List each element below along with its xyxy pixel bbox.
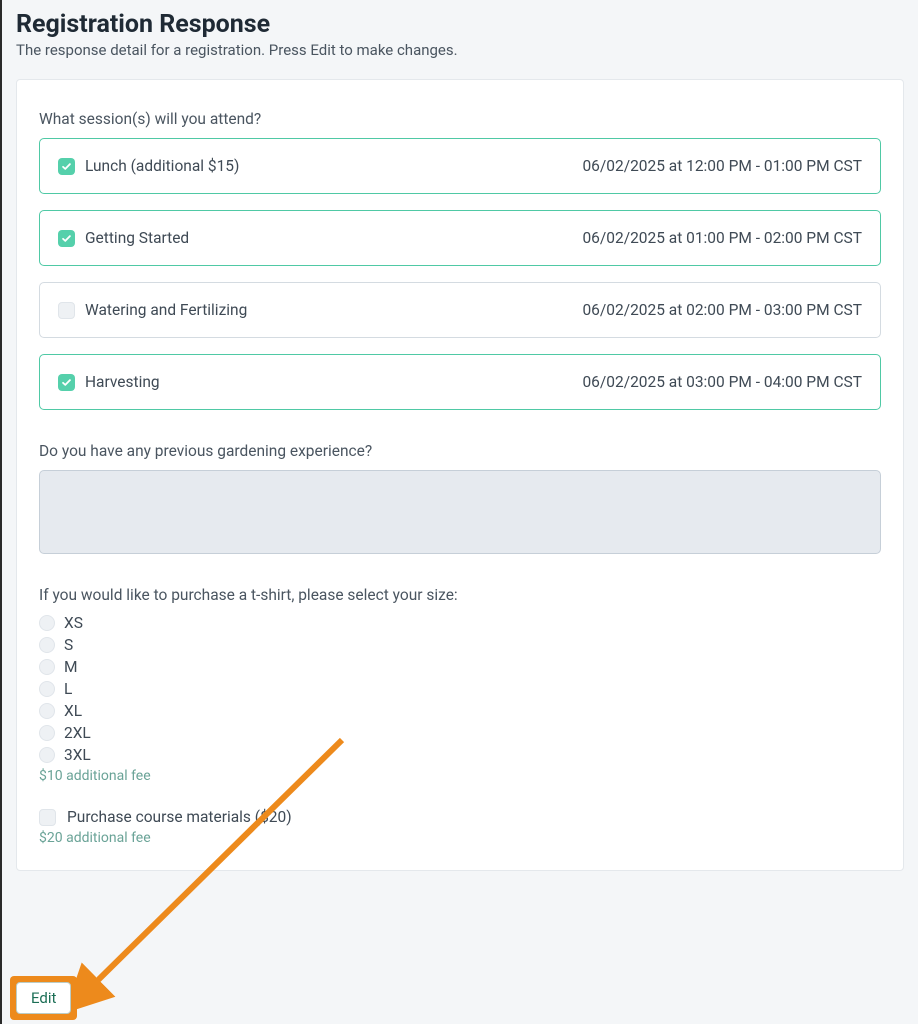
tshirt-option[interactable]: M (39, 658, 881, 676)
tshirt-option[interactable]: XL (39, 702, 881, 720)
tshirt-option-label: XS (64, 614, 83, 632)
question-tshirt: If you would like to purchase a t-shirt,… (39, 586, 881, 784)
session-title: Harvesting (85, 373, 160, 391)
edit-highlight-box: Edit (10, 976, 77, 1020)
response-card: What session(s) will you attend? Lunch (… (16, 79, 904, 871)
session-checkbox[interactable] (58, 374, 75, 391)
question-label: What session(s) will you attend? (39, 110, 881, 128)
page-subtitle: The response detail for a registration. … (16, 41, 904, 59)
radio-icon[interactable] (39, 725, 55, 741)
session-time: 06/02/2025 at 01:00 PM - 02:00 PM CST (582, 229, 862, 247)
session-time: 06/02/2025 at 12:00 PM - 01:00 PM CST (582, 157, 862, 175)
tshirt-option[interactable]: S (39, 636, 881, 654)
tshirt-option[interactable]: 2XL (39, 724, 881, 742)
tshirt-option[interactable]: L (39, 680, 881, 698)
radio-icon[interactable] (39, 747, 55, 763)
fee-note: $10 additional fee (39, 768, 881, 784)
radio-icon[interactable] (39, 681, 55, 697)
radio-icon[interactable] (39, 615, 55, 631)
radio-icon[interactable] (39, 703, 55, 719)
session-item[interactable]: Watering and Fertilizing 06/02/2025 at 02… (39, 282, 881, 338)
session-title: Getting Started (85, 229, 189, 247)
radio-icon[interactable] (39, 659, 55, 675)
question-experience: Do you have any previous gardening exper… (39, 442, 881, 554)
tshirt-option-label: S (64, 636, 73, 654)
session-title: Lunch (additional $15) (85, 157, 239, 175)
tshirt-option-label: XL (64, 702, 82, 720)
radio-icon[interactable] (39, 637, 55, 653)
question-sessions: What session(s) will you attend? Lunch (… (39, 110, 881, 410)
page-title: Registration Response (16, 10, 904, 39)
session-item[interactable]: Harvesting 06/02/2025 at 03:00 PM - 04:00… (39, 354, 881, 410)
tshirt-option[interactable]: XS (39, 614, 881, 632)
tshirt-option-label: 2XL (64, 724, 91, 742)
session-checkbox[interactable] (58, 158, 75, 175)
session-item[interactable]: Lunch (additional $15) 06/02/2025 at 12:0… (39, 138, 881, 194)
question-label: If you would like to purchase a t-shirt,… (39, 586, 881, 604)
session-title: Watering and Fertilizing (85, 301, 247, 319)
session-time: 06/02/2025 at 03:00 PM - 04:00 PM CST (582, 373, 862, 391)
tshirt-option-label: M (64, 658, 78, 676)
experience-textarea[interactable] (39, 470, 881, 554)
session-item[interactable]: Getting Started 06/02/2025 at 01:00 PM - … (39, 210, 881, 266)
materials-checkbox[interactable] (39, 809, 56, 826)
materials-label: Purchase course materials ($20) (67, 808, 292, 826)
tshirt-option-label: 3XL (64, 746, 91, 764)
edit-button[interactable]: Edit (16, 982, 71, 1014)
session-checkbox[interactable] (58, 230, 75, 247)
tshirt-option-label: L (64, 680, 72, 698)
session-time: 06/02/2025 at 02:00 PM - 03:00 PM CST (582, 301, 862, 319)
tshirt-option[interactable]: 3XL (39, 746, 881, 764)
fee-note: $20 additional fee (39, 830, 881, 846)
session-checkbox[interactable] (58, 302, 75, 319)
question-label: Do you have any previous gardening exper… (39, 442, 881, 460)
question-materials: Purchase course materials ($20) $20 addi… (39, 808, 881, 846)
